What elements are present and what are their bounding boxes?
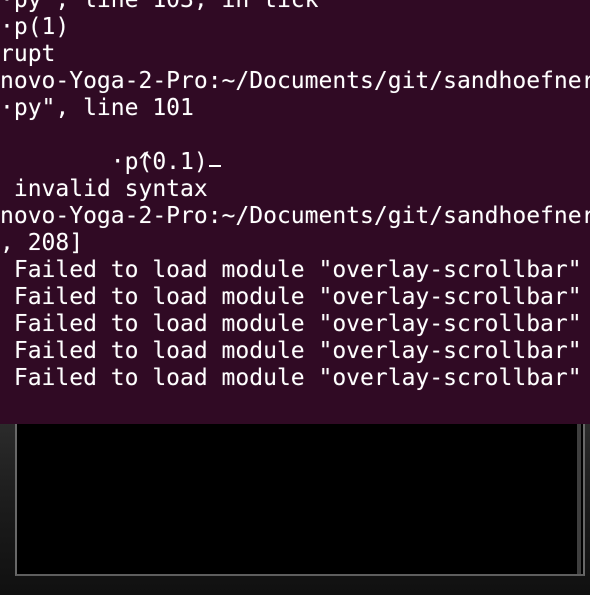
terminal-screenshot: ·py", line 103, in tick ·p(1) rupt novo-… (0, 0, 590, 595)
terminal-line: novo-Yoga-2-Pro:~/Documents/git/sandhoef… (0, 68, 590, 94)
terminal-line: ·p(1) (0, 14, 70, 40)
terminal-line: novo-Yoga-2-Pro:~/Documents/git/sandhoef… (0, 203, 590, 229)
terminal-line: ^ (0, 149, 153, 175)
terminal-line: Failed to load module "overlay-scrollbar… (0, 338, 582, 364)
terminal-window[interactable]: ·py", line 103, in tick ·p(1) rupt novo-… (0, 0, 590, 424)
terminal-line: invalid syntax (0, 176, 208, 202)
terminal-line: Failed to load module "overlay-scrollbar… (0, 365, 582, 391)
cursor-underline (208, 165, 221, 167)
terminal-line: ·py", line 103, in tick (0, 0, 319, 13)
terminal-line: ·py", line 101 (0, 95, 194, 121)
terminal-line: , 208] (0, 230, 84, 256)
terminal-line: rupt (0, 41, 56, 67)
empty-terminal-pane (15, 424, 585, 576)
scrollbar-track[interactable] (577, 424, 581, 574)
terminal-line: Failed to load module "overlay-scrollbar… (0, 257, 582, 283)
terminal-output: ·py", line 103, in tick ·p(1) rupt novo-… (0, 0, 590, 392)
terminal-line: Failed to load module "overlay-scrollbar… (0, 311, 582, 337)
terminal-line-with-cursor: ·p(0.1) (0, 122, 590, 175)
terminal-line: Failed to load module "overlay-scrollbar… (0, 284, 582, 310)
